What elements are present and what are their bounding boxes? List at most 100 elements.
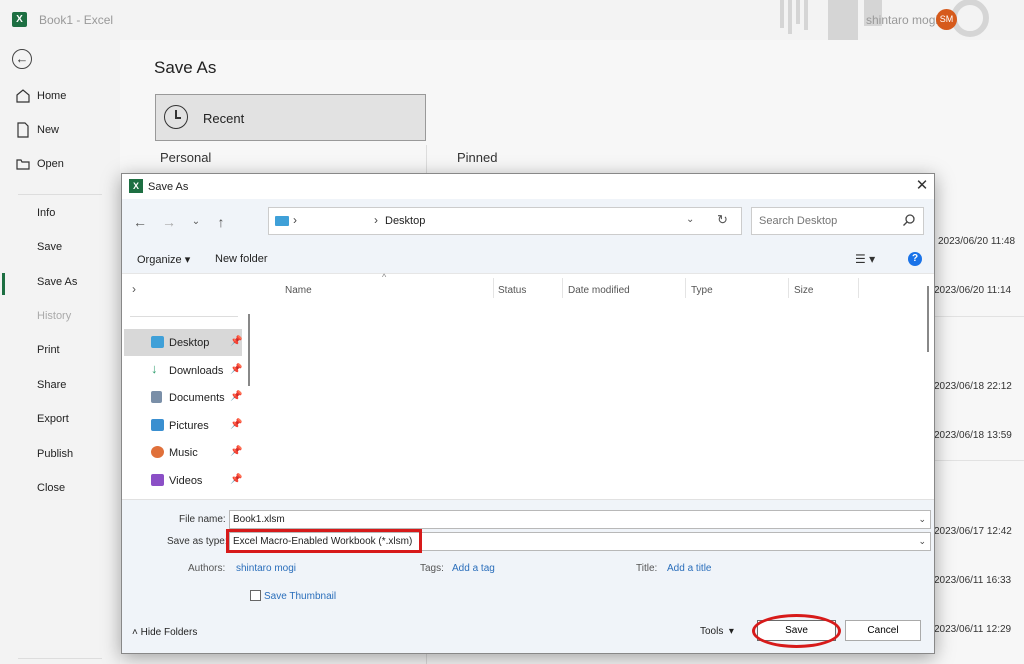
nav-open[interactable]: Open bbox=[0, 152, 120, 178]
column-divider[interactable] bbox=[788, 278, 789, 298]
nav-info-label: Info bbox=[37, 207, 56, 219]
tags-value[interactable]: Add a tag bbox=[452, 563, 495, 574]
recent-locations-chevron-icon[interactable]: ⌄ bbox=[187, 213, 205, 231]
hide-folders-label: Hide Folders bbox=[140, 627, 198, 638]
nav-history: History bbox=[0, 304, 120, 330]
recent-file-date: 2023/06/17 12:42 bbox=[934, 526, 1012, 537]
recent-location-button[interactable]: Recent bbox=[155, 94, 426, 141]
recent-file-date: 2023/06/20 11:48 bbox=[938, 236, 1016, 247]
search-icon[interactable] bbox=[902, 213, 916, 227]
quick-access-desktop[interactable]: Desktop 📌 bbox=[124, 329, 242, 356]
nav-close[interactable]: Close bbox=[0, 476, 120, 502]
nav-history-label: History bbox=[37, 310, 72, 322]
file-name-value: Book1.xlsm bbox=[233, 514, 285, 525]
column-header-name[interactable]: Name bbox=[285, 285, 312, 296]
chevron-right-icon[interactable]: › bbox=[374, 213, 378, 227]
address-bar[interactable]: › › Desktop ⌄ ↻ bbox=[268, 207, 742, 235]
chevron-down-icon[interactable]: ⌄ bbox=[918, 536, 926, 547]
documents-icon bbox=[151, 391, 162, 403]
clock-icon bbox=[164, 105, 188, 129]
address-path[interactable]: Desktop bbox=[385, 215, 425, 227]
cancel-button[interactable]: Cancel bbox=[845, 620, 921, 641]
column-header-status[interactable]: Status bbox=[498, 285, 526, 296]
nav-info[interactable]: Info bbox=[0, 201, 120, 227]
nav-export[interactable]: Export bbox=[0, 407, 120, 433]
back-arrow-icon[interactable]: ← bbox=[12, 49, 32, 69]
chevron-right-icon[interactable]: › bbox=[132, 282, 136, 296]
nav-save-as-label: Save As bbox=[37, 276, 78, 288]
navigation-pane: › Desktop 📌 ↓ Downloads 📌 Documents 📌 Pi… bbox=[122, 274, 246, 499]
quick-access-music[interactable]: Music 📌 bbox=[124, 439, 242, 466]
scrollbar[interactable] bbox=[248, 314, 250, 386]
pin-icon[interactable]: 📌 bbox=[230, 391, 242, 402]
pane-divider bbox=[130, 316, 238, 317]
recent-file-date: 2023/06/11 16:33 bbox=[934, 575, 1012, 586]
save-as-dialog: X Save As ✕ ← → ⌄ ↑ › › Desktop ⌄ ↻ Orga… bbox=[121, 173, 935, 654]
nav-save[interactable]: Save bbox=[0, 235, 120, 261]
column-divider[interactable] bbox=[562, 278, 563, 298]
save-thumbnail-label[interactable]: Save Thumbnail bbox=[264, 591, 336, 602]
user-name[interactable]: shintaro mogi bbox=[866, 13, 938, 27]
pin-icon[interactable]: 📌 bbox=[230, 364, 242, 375]
forward-arrow-icon[interactable]: → bbox=[160, 213, 178, 231]
organize-button[interactable]: Organize ▾ bbox=[137, 253, 190, 266]
refresh-icon[interactable]: ↻ bbox=[717, 212, 728, 228]
pinned-section-label: Pinned bbox=[457, 150, 498, 165]
quick-access-documents[interactable]: Documents 📌 bbox=[124, 384, 242, 411]
chevron-down-icon[interactable]: ⌄ bbox=[686, 214, 694, 225]
chevron-down-icon[interactable]: ⌄ bbox=[918, 514, 926, 525]
quick-access-label: Documents bbox=[169, 392, 225, 404]
authors-value[interactable]: shintaro mogi bbox=[236, 563, 296, 574]
pin-icon[interactable]: 📌 bbox=[230, 336, 242, 347]
column-header-type[interactable]: Type bbox=[691, 285, 713, 296]
excel-logo-icon: X bbox=[129, 179, 143, 193]
column-divider[interactable] bbox=[493, 278, 494, 298]
up-arrow-icon[interactable]: ↑ bbox=[212, 213, 230, 231]
nav-new[interactable]: New bbox=[0, 118, 120, 144]
save-type-label: Save as type: bbox=[167, 536, 228, 547]
close-icon[interactable]: ✕ bbox=[913, 177, 931, 195]
scrollbar[interactable] bbox=[927, 286, 929, 352]
row-divider bbox=[932, 460, 1024, 461]
quick-access-downloads[interactable]: ↓ Downloads 📌 bbox=[124, 357, 242, 384]
window-title: Book1 - Excel bbox=[39, 13, 114, 27]
quick-access-label: Downloads bbox=[169, 365, 224, 377]
search-box bbox=[751, 207, 924, 235]
avatar[interactable]: SM bbox=[936, 9, 957, 30]
back-arrow-icon[interactable]: ← bbox=[131, 213, 149, 231]
nav-open-label: Open bbox=[37, 158, 64, 170]
pin-icon[interactable]: 📌 bbox=[230, 446, 242, 457]
nav-print-label: Print bbox=[37, 344, 60, 356]
quick-access-pictures[interactable]: Pictures 📌 bbox=[124, 412, 242, 439]
file-name-label: File name: bbox=[179, 514, 226, 525]
tools-dropdown[interactable]: Tools ▾ bbox=[700, 626, 734, 637]
column-divider[interactable] bbox=[685, 278, 686, 298]
nav-save-as[interactable]: Save As bbox=[0, 270, 120, 296]
save-thumbnail-checkbox[interactable] bbox=[250, 590, 261, 601]
chevron-right-icon[interactable]: › bbox=[293, 213, 297, 227]
sort-up-icon: ^ bbox=[382, 272, 387, 282]
nav-share-label: Share bbox=[37, 379, 67, 391]
excel-logo-icon: X bbox=[12, 12, 27, 27]
nav-print[interactable]: Print bbox=[0, 338, 120, 364]
recent-label: Recent bbox=[203, 111, 245, 126]
column-divider[interactable] bbox=[858, 278, 859, 298]
title-label: Title: bbox=[636, 563, 658, 574]
pin-icon[interactable]: 📌 bbox=[230, 419, 242, 430]
folder-open-icon bbox=[16, 159, 30, 170]
column-header-date-modified[interactable]: Date modified bbox=[568, 285, 630, 296]
quick-access-videos[interactable]: Videos 📌 bbox=[124, 467, 242, 494]
hide-folders-button[interactable]: ˄ Hide Folders bbox=[132, 627, 197, 638]
nav-share[interactable]: Share bbox=[0, 373, 120, 399]
nav-home[interactable]: Home bbox=[0, 84, 120, 110]
nav-publish[interactable]: Publish bbox=[0, 442, 120, 468]
desktop-icon bbox=[151, 336, 164, 348]
pin-icon[interactable]: 📌 bbox=[230, 474, 242, 485]
help-icon[interactable]: ? bbox=[908, 252, 922, 266]
title-value[interactable]: Add a title bbox=[667, 563, 711, 574]
new-folder-button[interactable]: New folder bbox=[215, 253, 268, 265]
search-input[interactable] bbox=[753, 209, 898, 233]
view-options-icon[interactable]: ☰ ▾ bbox=[855, 252, 875, 266]
column-header-size[interactable]: Size bbox=[794, 285, 813, 296]
file-name-field[interactable]: Book1.xlsm ⌄ bbox=[229, 510, 931, 529]
